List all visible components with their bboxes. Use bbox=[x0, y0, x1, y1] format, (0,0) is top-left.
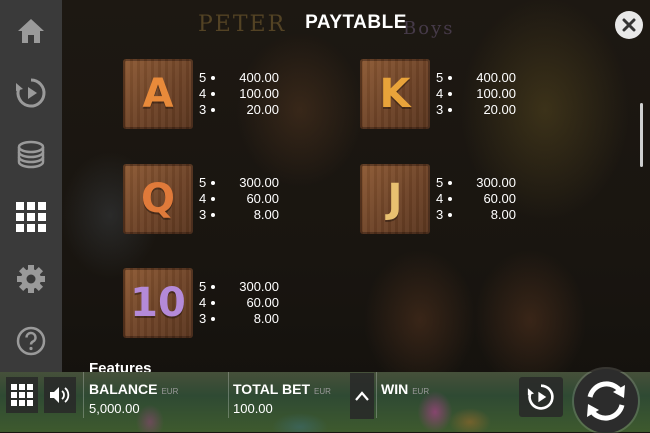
expand-bet-button[interactable] bbox=[350, 373, 374, 419]
symbol-tile-10: 10 bbox=[123, 268, 193, 338]
symbol-letter: Q bbox=[140, 176, 175, 222]
symbol-tile-k: K bbox=[360, 59, 430, 129]
sidebar-item-home[interactable] bbox=[10, 10, 52, 52]
paytable-scrollbar[interactable] bbox=[640, 103, 643, 167]
pay-row: 3 8.00 bbox=[199, 207, 279, 222]
sidebar-item-bet-settings[interactable] bbox=[10, 133, 52, 175]
spin-button[interactable] bbox=[574, 369, 638, 433]
pay-row: 3 8.00 bbox=[199, 311, 279, 326]
symbol-letter: K bbox=[379, 71, 411, 117]
pay-row: 4 100.00 bbox=[436, 86, 516, 101]
chevron-up-icon bbox=[355, 391, 369, 401]
symbol-tile-q: Q bbox=[123, 164, 193, 234]
page-title: PAYTABLE bbox=[305, 12, 407, 33]
sound-button[interactable] bbox=[44, 377, 76, 413]
pay-row: 4 60.00 bbox=[436, 191, 516, 206]
paytable-grid-icon bbox=[16, 202, 46, 232]
autoplay-button[interactable] bbox=[519, 377, 563, 417]
pay-row: 4 60.00 bbox=[199, 295, 279, 310]
sidebar-item-autoplay[interactable] bbox=[10, 72, 52, 114]
autoplay-icon bbox=[527, 384, 554, 410]
close-button[interactable] bbox=[615, 11, 643, 39]
symbol-q-payouts: 5 300.00 4 60.00 3 8.00 bbox=[199, 175, 279, 223]
pay-row: 5 400.00 bbox=[199, 70, 279, 85]
pay-row: 3 20.00 bbox=[436, 102, 516, 117]
home-icon bbox=[18, 19, 44, 43]
menu-button[interactable] bbox=[6, 377, 38, 413]
total-bet-label: TOTAL BET bbox=[233, 381, 310, 397]
balance-value: 5,000.00 bbox=[89, 401, 140, 416]
pay-row: 5 300.00 bbox=[199, 279, 279, 294]
balance-display: BALANCE EUR 5,000.00 bbox=[89, 381, 178, 416]
symbol-letter: A bbox=[142, 71, 174, 117]
spin-arrows-icon bbox=[587, 381, 625, 421]
symbol-tile-a: A bbox=[123, 59, 193, 129]
help-icon bbox=[16, 326, 46, 356]
menu-grid-icon bbox=[11, 384, 33, 406]
coin-stack-icon bbox=[17, 140, 45, 169]
win-currency: EUR bbox=[412, 387, 430, 396]
win-label: WIN bbox=[381, 381, 409, 397]
speaker-icon bbox=[50, 387, 70, 403]
balance-currency: EUR bbox=[161, 387, 179, 396]
pay-row: 4 60.00 bbox=[199, 191, 279, 206]
sidebar-item-paytable[interactable] bbox=[10, 196, 52, 238]
autoplay-icon bbox=[16, 78, 46, 108]
symbol-10-payouts: 5 300.00 4 60.00 3 8.00 bbox=[199, 279, 279, 327]
symbol-j-payouts: 5 300.00 4 60.00 3 8.00 bbox=[436, 175, 516, 223]
pay-row: 5 300.00 bbox=[199, 175, 279, 190]
symbol-letter: J bbox=[387, 176, 403, 222]
pay-row: 3 20.00 bbox=[199, 102, 279, 117]
sidebar-item-settings[interactable] bbox=[10, 258, 52, 300]
total-bet-value: 100.00 bbox=[233, 401, 273, 416]
pay-row: 4 100.00 bbox=[199, 86, 279, 101]
close-icon bbox=[622, 18, 636, 32]
total-bet-currency: EUR bbox=[314, 387, 331, 396]
symbol-letter: 10 bbox=[130, 280, 186, 326]
sidebar-menu bbox=[0, 0, 62, 372]
total-bet-display: TOTAL BET EUR 100.00 bbox=[233, 381, 331, 416]
pay-row: 5 400.00 bbox=[436, 70, 516, 85]
symbol-a-payouts: 5 400.00 4 100.00 3 20.00 bbox=[199, 70, 279, 118]
win-display: WIN EUR bbox=[381, 381, 429, 399]
balance-label: BALANCE bbox=[89, 381, 158, 397]
pay-row: 3 8.00 bbox=[436, 207, 516, 222]
pay-row: 5 300.00 bbox=[436, 175, 516, 190]
symbol-tile-j: J bbox=[360, 164, 430, 234]
gear-icon bbox=[17, 265, 45, 293]
symbol-k-payouts: 5 400.00 4 100.00 3 20.00 bbox=[436, 70, 516, 118]
sidebar-item-help[interactable] bbox=[10, 320, 52, 362]
